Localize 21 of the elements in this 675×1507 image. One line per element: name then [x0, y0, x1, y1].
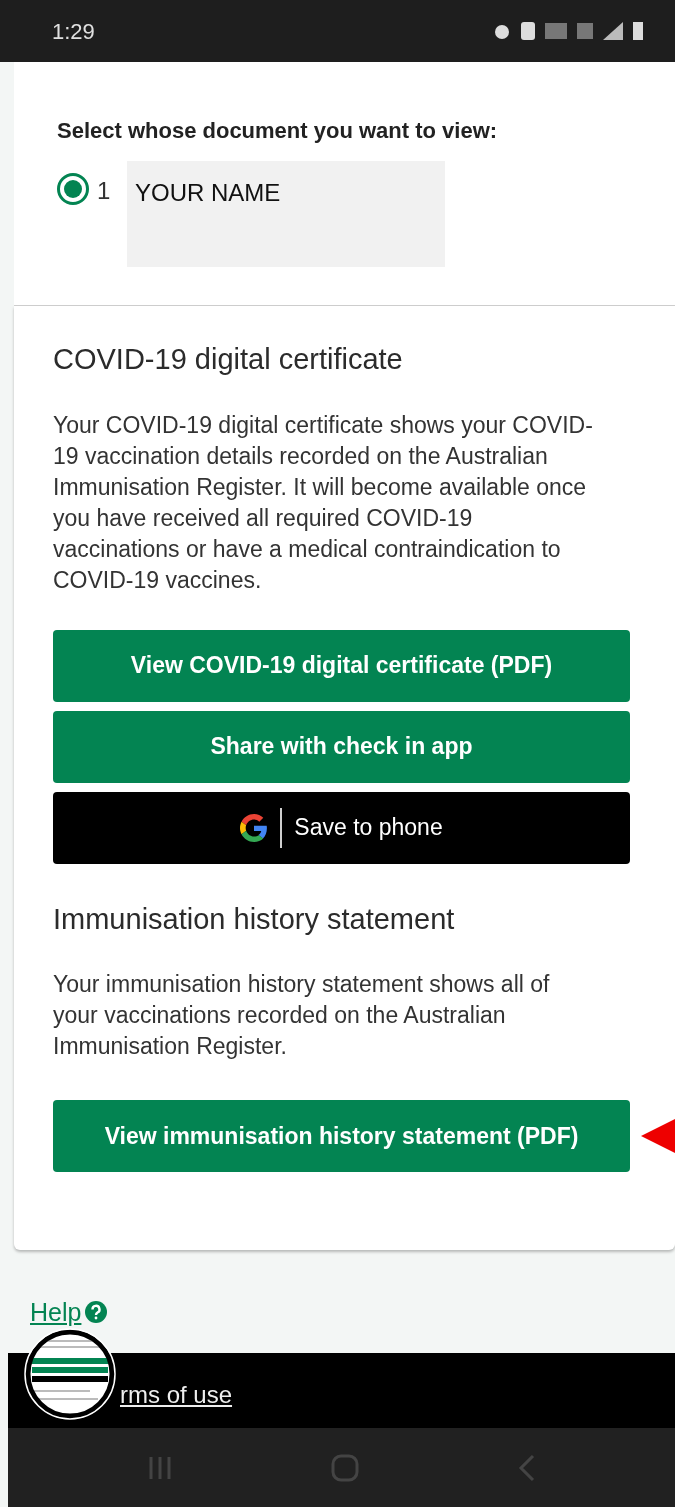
status-time: 1:29: [52, 17, 95, 46]
home-icon[interactable]: [329, 1452, 360, 1483]
section-heading: Immunisation history statement: [53, 901, 456, 937]
section-description: Your immunisation history statement shows all of your vaccinations recorded on the Australian Immunisation Register.: [53, 970, 551, 1061]
action-button[interactable]: View immunisation history statement (PDF): [53, 1100, 630, 1172]
action-button[interactable]: Share with check in app: [53, 710, 630, 783]
help-link[interactable]: Help: [30, 1294, 82, 1332]
select-prompt: Select whose document you want to view:: [57, 117, 499, 145]
signal-icon: [603, 22, 623, 40]
section-heading: COVID-19 digital certificate: [53, 342, 404, 377]
battery-icon: [633, 22, 643, 40]
google-g-icon: [240, 813, 269, 842]
action-button[interactable]: View COVID-19 digital certificate (PDF): [53, 629, 630, 702]
section-description: Your COVID-19 digital certificate shows your COVID-19 vaccination details recorded on the Australian Immunisation Register. It will become available once you have received all required COVID-19 vaccinations or have a medical contraindication to COVID-19 vaccines.: [53, 410, 594, 595]
help-icon: [85, 1301, 108, 1323]
radio-button[interactable]: [57, 173, 89, 205]
footer-link[interactable]: rms of use: [120, 1381, 233, 1408]
save-to-phone-button[interactable]: Save to phone: [53, 791, 630, 864]
option-number: 1: [97, 176, 111, 206]
back-icon[interactable]: [516, 1453, 537, 1482]
name-field: YOUR NAME: [127, 161, 445, 267]
